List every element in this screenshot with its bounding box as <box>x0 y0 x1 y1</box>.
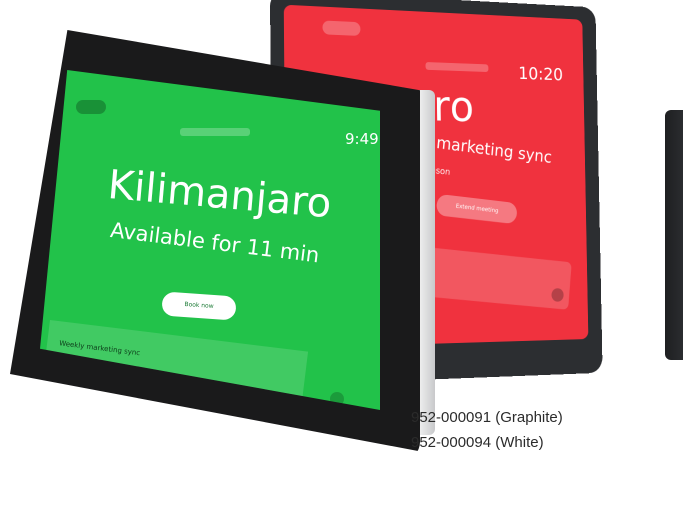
agenda-card <box>417 246 572 310</box>
amenity-icons <box>425 62 489 73</box>
clock: 9:49 <box>345 130 379 148</box>
amenity-icons <box>180 128 250 136</box>
extend-meeting-button: Extend meeting <box>435 193 518 225</box>
availability-text: Available for 11 min <box>109 218 321 268</box>
book-now-label: Book now <box>184 300 214 311</box>
white-tablet: 9:49 Kilimanjaro Available for 11 min Bo… <box>10 30 435 452</box>
clock: 10:20 <box>518 63 564 86</box>
part-numbers: 952-000091 (Graphite) 952-000094 (White) <box>411 405 563 455</box>
product-photo: 10:20 anjaro ekly marketing sync a Steve… <box>0 0 683 508</box>
part-number-white: 952-000094 (White) <box>411 434 544 451</box>
room-name: Kilimanjaro <box>105 162 334 228</box>
status-pill <box>76 100 106 114</box>
extend-meeting-label: Extend meeting <box>455 202 499 215</box>
part-number-graphite: 952-000091 (Graphite) <box>411 409 563 426</box>
tablet-stand <box>665 110 683 360</box>
book-now-button: Book now <box>161 291 237 321</box>
